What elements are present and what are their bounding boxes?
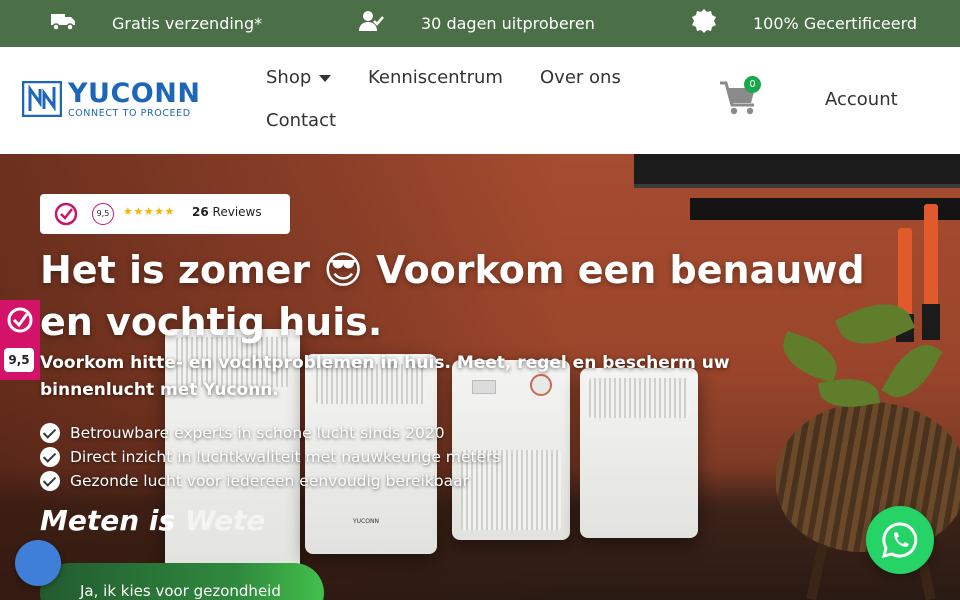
hero-headline: Het is zomer 😎 Voorkom een benauwd en vo… <box>40 248 865 344</box>
check-circle-icon <box>40 423 60 443</box>
nav-contact[interactable]: Contact <box>266 110 336 131</box>
certificate-badge-icon <box>692 9 716 33</box>
kiyoh-side-widget[interactable]: 9,5 <box>0 300 40 380</box>
review-count: 26 Reviews <box>192 205 262 219</box>
nav-kenniscentrum[interactable]: Kenniscentrum <box>368 67 503 88</box>
certified-text: 100% Gecertificeerd <box>753 14 918 33</box>
site-header: YUCONN CONNECT TO PROCEED Shop Kenniscen… <box>0 47 960 154</box>
hero-tagline: Meten is Wete <box>40 504 266 537</box>
nav-shop[interactable]: Shop <box>266 67 332 88</box>
cart-count-badge: 0 <box>744 76 761 93</box>
site-logo[interactable]: YUCONN CONNECT TO PROCEED <box>22 79 212 123</box>
promo-bar: Gratis verzending* 30 dagen uitproberen … <box>0 0 960 47</box>
benefit-item: Direct inzicht in luchtkwaliteit met nau… <box>40 446 500 468</box>
chat-widget-button[interactable] <box>15 540 61 586</box>
trial-period-text: 30 dagen uitproberen <box>421 14 595 33</box>
nav-shop-label: Shop <box>266 67 312 88</box>
chevron-down-icon <box>319 74 332 82</box>
user-check-icon <box>359 11 384 31</box>
logo-mark-icon <box>22 81 62 117</box>
check-circle-icon <box>40 471 60 491</box>
side-review-score: 9,5 <box>4 348 34 372</box>
whatsapp-button[interactable] <box>866 506 934 574</box>
account-link[interactable]: Account <box>825 89 898 110</box>
device-brand-label: YUCONN <box>353 518 379 525</box>
hero-banner: YUCONN 9,5 ★★★★★ 26 Reviews Het is zomer… <box>0 154 960 600</box>
kiyoh-logo-icon <box>54 202 78 226</box>
benefit-item: Betrouwbare experts in schone lucht sind… <box>40 422 445 444</box>
logo-wordmark: YUCONN <box>68 78 201 109</box>
check-circle-icon <box>40 447 60 467</box>
star-rating-icon: ★★★★★ <box>123 205 175 218</box>
kiyoh-logo-icon <box>7 307 33 333</box>
hero-subtitle: Voorkom hitte- en vochtproblemen in huis… <box>40 353 730 400</box>
whatsapp-icon <box>881 522 918 559</box>
free-shipping-text: Gratis verzending* <box>112 14 263 33</box>
cta-button[interactable]: Ja, ik kies voor gezondheid <box>40 563 324 600</box>
review-score: 9,5 <box>92 203 114 225</box>
nav-over-ons[interactable]: Over ons <box>540 67 621 88</box>
logo-tagline: CONNECT TO PROCEED <box>68 108 191 119</box>
candle-decoration <box>924 204 938 314</box>
tv-decoration <box>634 154 960 188</box>
shelf-decoration <box>690 198 960 220</box>
candle-holder <box>922 304 940 340</box>
truck-icon <box>51 14 75 31</box>
review-rating-card[interactable]: 9,5 ★★★★★ 26 Reviews <box>40 194 290 234</box>
benefit-item: Gezonde lucht voor iedereen eenvoudig be… <box>40 470 469 492</box>
